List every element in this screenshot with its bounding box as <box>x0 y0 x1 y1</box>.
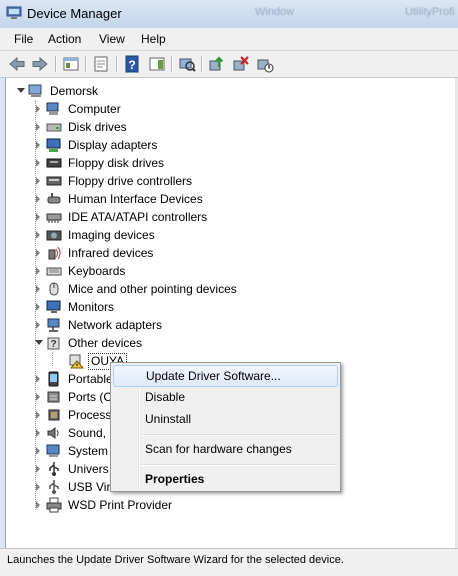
background-window-text: Profi <box>432 6 455 18</box>
properties-icon[interactable] <box>92 55 110 73</box>
background-window-text: Utility <box>405 6 432 18</box>
action-pane-icon[interactable] <box>148 55 166 73</box>
menu-view[interactable]: View <box>99 32 125 46</box>
device-manager-icon <box>6 6 22 19</box>
tree-item-infrared-devices[interactable]: Infrared devices <box>36 244 336 262</box>
floppy-controller-icon <box>46 176 62 186</box>
display-adapter-icon <box>46 138 61 152</box>
collapse-arrow-icon[interactable] <box>35 340 43 345</box>
collapse-arrow-icon[interactable] <box>17 88 25 93</box>
svg-text:?: ? <box>128 58 135 72</box>
tree-item-sound[interactable]: Sound, <box>36 424 116 442</box>
ports-icon <box>47 391 60 403</box>
tree-item-usb-virtualization[interactable]: USB Virt <box>36 478 116 496</box>
usb-icon <box>49 462 59 476</box>
disk-drive-icon <box>46 123 62 132</box>
tree-item-floppy-drive-controllers[interactable]: Floppy drive controllers <box>36 172 336 190</box>
menu-help[interactable]: Help <box>141 32 166 46</box>
back-arrow-icon[interactable] <box>8 55 26 73</box>
tree-item-human-interface-devices[interactable]: Human Interface Devices <box>36 190 336 208</box>
tree-item-network-adapters[interactable]: Network adapters <box>36 316 336 334</box>
printer-icon <box>46 497 62 513</box>
tree-item-portable[interactable]: Portable <box>36 370 116 388</box>
menu-file[interactable]: File <box>14 32 33 46</box>
ide-icon <box>46 213 62 223</box>
tree-item-computer[interactable]: Computer <box>36 100 336 118</box>
toolbar: ? <box>0 51 458 78</box>
infrared-icon <box>48 246 61 260</box>
processor-icon <box>48 409 60 421</box>
monitor-icon <box>46 300 61 313</box>
update-driver-menu-item[interactable]: Update Driver Software... <box>113 365 338 387</box>
sound-icon <box>47 427 59 439</box>
keyboard-icon <box>46 267 62 276</box>
tree-item-monitors[interactable]: Monitors <box>36 298 336 316</box>
computer-icon <box>28 84 42 97</box>
tree-item-wsd-print-provider[interactable]: WSD Print Provider <box>36 496 336 514</box>
status-bar: Launches the Update Driver Software Wiza… <box>0 548 458 576</box>
tree-item-ide-controllers[interactable]: IDE ATA/ATAPI controllers <box>36 208 336 226</box>
tree-item-ports[interactable]: Ports (C <box>36 388 116 406</box>
menu-action[interactable]: Action <box>48 32 81 46</box>
tree-item-processors[interactable]: Process <box>36 406 116 424</box>
hid-icon <box>47 193 61 204</box>
uninstall-icon[interactable] <box>232 55 250 73</box>
uninstall-menu-item[interactable]: Uninstall <box>113 408 338 430</box>
tree-item-other-devices[interactable]: ? Other devices <box>35 334 336 352</box>
mouse-icon <box>49 282 59 296</box>
disable-menu-item[interactable]: Disable <box>113 386 338 408</box>
scan-hardware-menu-item[interactable]: Scan for hardware changes <box>113 438 338 460</box>
tree-item-imaging-devices[interactable]: Imaging devices <box>36 226 336 244</box>
context-menu: Update Driver Software... Disable Uninst… <box>110 362 341 492</box>
tree-root-label: Demorsk <box>50 84 99 98</box>
tree-item-display-adapters[interactable]: Display adapters <box>36 136 336 154</box>
unknown-device-icon: ? <box>47 337 60 350</box>
background-window-text: Window <box>255 6 295 18</box>
floppy-icon <box>46 158 62 168</box>
window-title: Device Manager <box>27 6 122 21</box>
help-icon[interactable]: ? <box>123 55 141 73</box>
forward-arrow-icon[interactable] <box>31 55 49 73</box>
properties-menu-item[interactable]: Properties <box>113 468 338 490</box>
system-icon <box>46 444 60 457</box>
portable-device-icon <box>48 371 59 387</box>
network-icon <box>47 318 60 332</box>
show-hide-console-tree-icon[interactable] <box>62 55 80 73</box>
tree-item-system[interactable]: System <box>36 442 116 460</box>
tree-item-floppy-disk-drives[interactable]: Floppy disk drives <box>36 154 336 172</box>
svg-text:?: ? <box>50 339 56 350</box>
tree-item-universal-serial-bus[interactable]: Univers <box>36 460 116 478</box>
scan-hardware-icon[interactable] <box>178 55 196 73</box>
computer-icon <box>46 102 59 115</box>
status-text: Launches the Update Driver Software Wiza… <box>7 554 344 566</box>
disable-device-icon[interactable] <box>256 55 274 73</box>
title-bar: Device Manager Window Utility Profi <box>0 0 458 28</box>
camera-icon <box>46 230 62 241</box>
tree-root[interactable]: Demorsk <box>17 82 218 100</box>
tree-item-disk-drives[interactable]: Disk drives <box>36 118 336 136</box>
tree-item-mice[interactable]: Mice and other pointing devices <box>36 280 336 298</box>
menu-bar: File Action View Help <box>0 28 458 51</box>
usb-virtual-icon <box>49 480 59 494</box>
update-driver-icon[interactable] <box>208 55 226 73</box>
tree-item-keyboards[interactable]: Keyboards <box>36 262 336 280</box>
warning-device-icon <box>69 354 84 369</box>
